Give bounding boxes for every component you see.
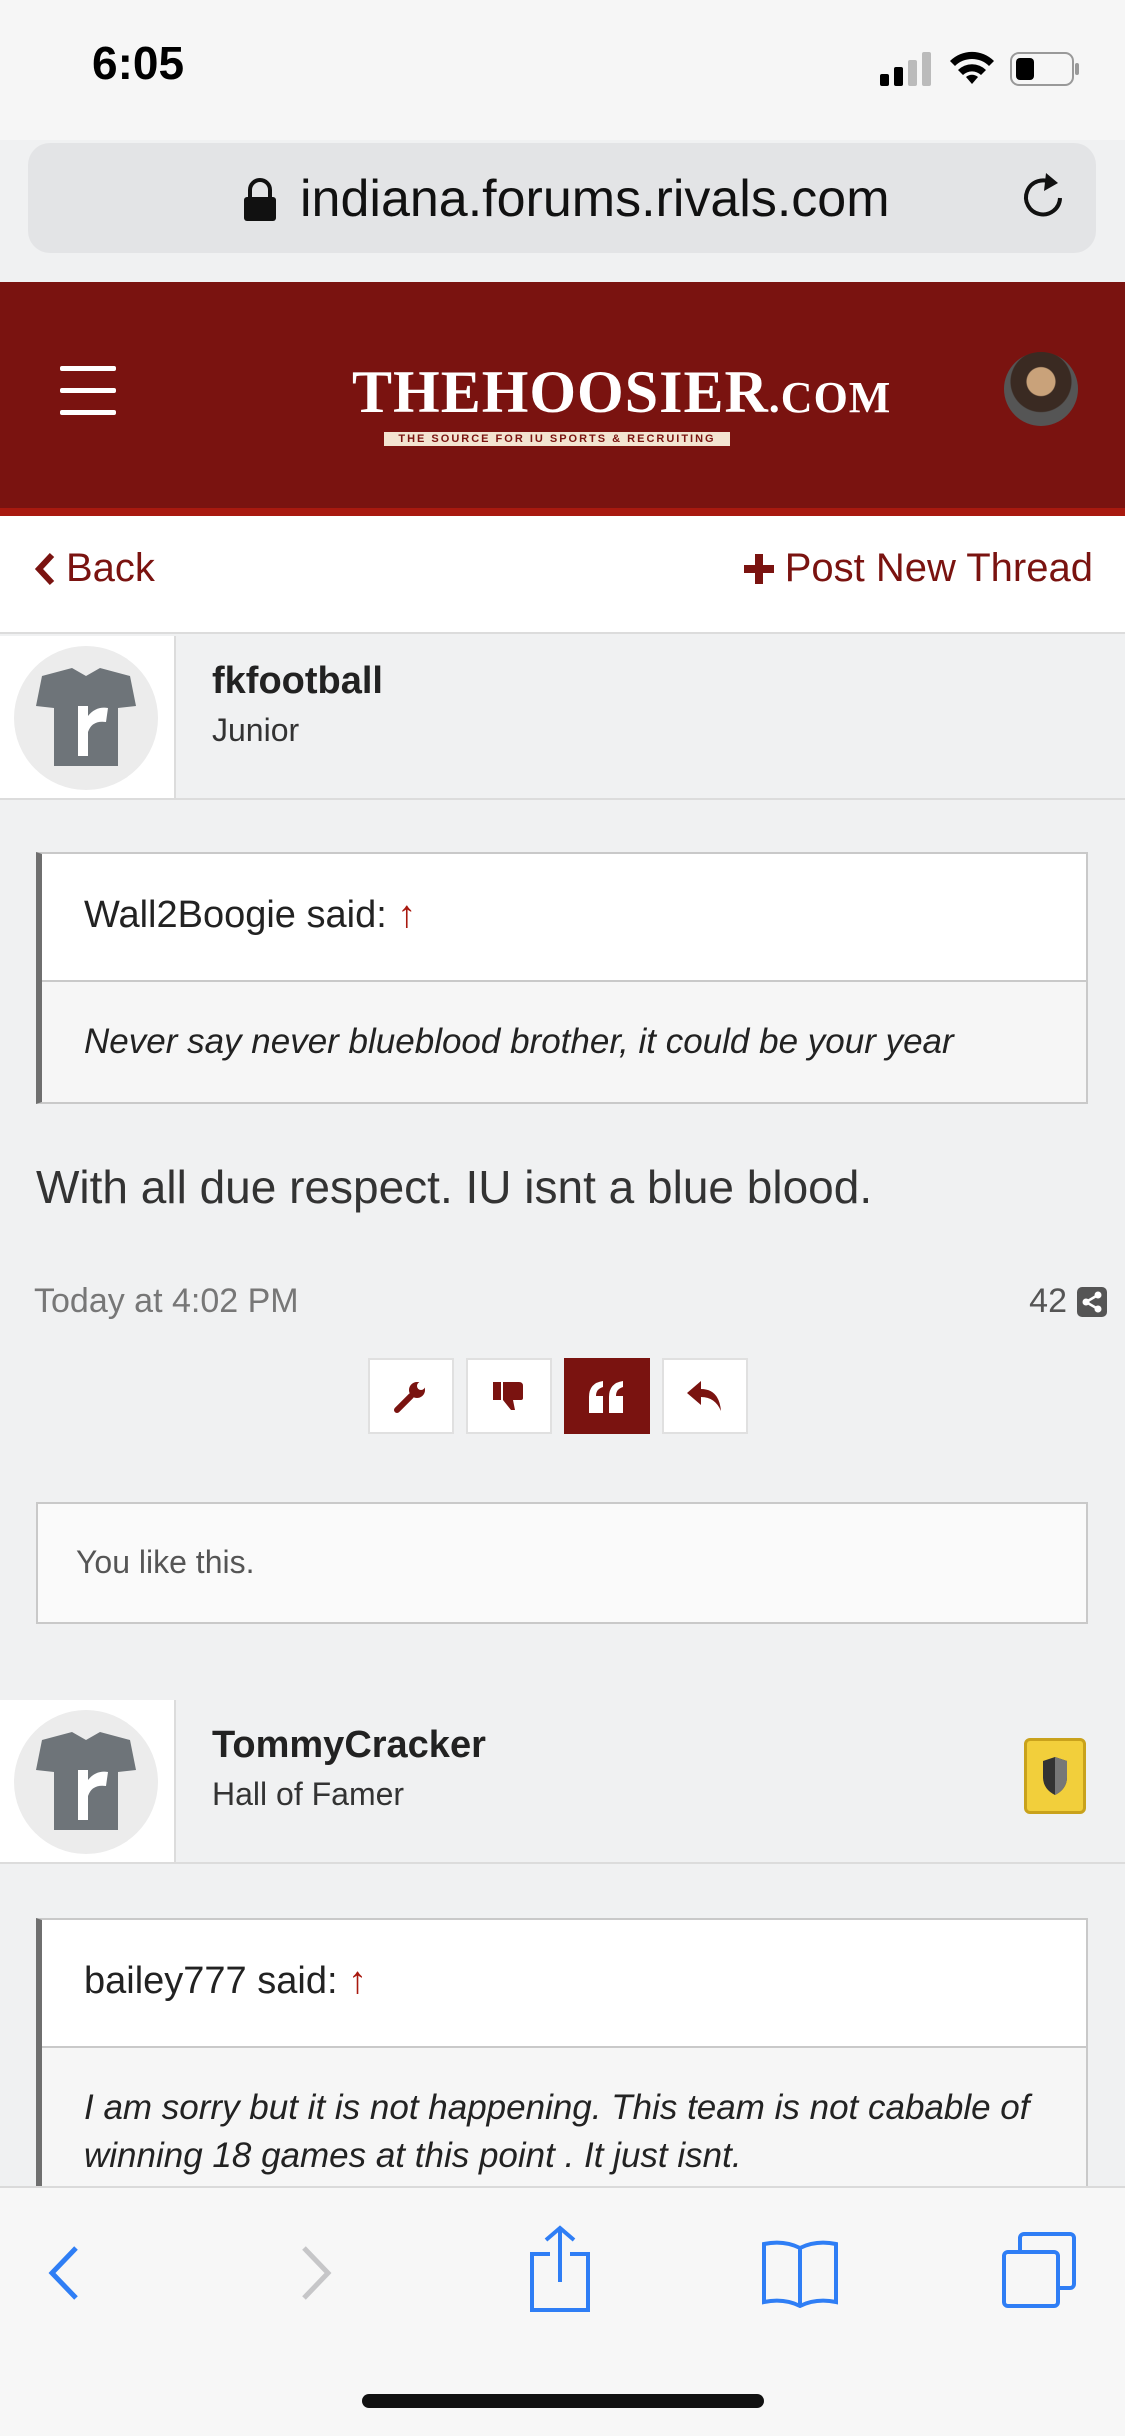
quote-icon <box>589 1381 623 1413</box>
shield-badge-icon[interactable] <box>1024 1738 1086 1814</box>
browser-forward-icon[interactable] <box>296 2238 336 2308</box>
quote-block: bailey777 said: ↑ I am sorry but it is n… <box>36 1918 1088 2218</box>
share-sheet-icon[interactable] <box>528 2224 592 2314</box>
user-avatar[interactable] <box>1004 352 1078 426</box>
tabs-icon[interactable] <box>1000 2230 1080 2310</box>
post-new-thread-button[interactable]: Post New Thread <box>743 546 1093 591</box>
cell-signal-icon <box>880 52 931 86</box>
quote-header: Wall2Boogie said: ↑ <box>42 854 1086 982</box>
status-time: 6:05 <box>92 37 185 89</box>
quote-block: Wall2Boogie said: ↑ Never say never blue… <box>36 852 1088 1104</box>
author-username[interactable]: TommyCracker <box>212 1724 486 1767</box>
url-text: indiana.forums.rivals.com <box>300 170 890 228</box>
address-bar[interactable]: indiana.forums.rivals.com <box>28 143 1096 253</box>
post-date[interactable]: Today at 4:02 PM <box>34 1282 299 1321</box>
wifi-icon <box>950 51 994 84</box>
author-avatar[interactable] <box>0 1700 176 1862</box>
share-icon <box>1077 1286 1107 1317</box>
jump-to-quote-icon[interactable]: ↑ <box>397 894 416 936</box>
back-button[interactable]: Back <box>34 546 155 591</box>
site-logo[interactable]: THEHOOSIER.COM THE SOURCE FOR IU SPORTS … <box>352 362 890 446</box>
wrench-icon <box>394 1382 425 1413</box>
quote-text: Never say never blueblood brother, it co… <box>42 982 1086 1102</box>
quote-author: bailey777 said: <box>84 1960 338 2002</box>
lock-icon <box>244 178 276 221</box>
dislike-button[interactable] <box>466 1358 552 1434</box>
logo-tagline: THE SOURCE FOR IU SPORTS & RECRUITING <box>384 432 730 446</box>
reply-icon <box>687 1381 721 1411</box>
back-chevron-icon <box>34 552 55 585</box>
post-message: With all due respect. IU isnt a blue blo… <box>36 1161 873 1213</box>
author-username[interactable]: fkfootball <box>212 660 383 703</box>
quote-header: bailey777 said: ↑ <box>42 1920 1086 2048</box>
thread-nav: Back Post New Thread <box>0 516 1125 634</box>
author-avatar[interactable] <box>0 636 176 798</box>
bookmarks-icon[interactable] <box>760 2238 840 2308</box>
reload-icon[interactable] <box>1016 171 1070 225</box>
status-bar: 6:05 <box>0 0 1125 140</box>
moderate-button[interactable] <box>368 1358 454 1434</box>
home-indicator <box>362 2394 764 2408</box>
site-header: THEHOOSIER.COM THE SOURCE FOR IU SPORTS … <box>0 282 1125 516</box>
post-share[interactable]: 42 <box>1029 1282 1107 1321</box>
battery-icon <box>1010 52 1079 86</box>
post-actions <box>368 1358 748 1438</box>
like-summary: You like this. <box>36 1502 1088 1624</box>
author-rank: Junior <box>212 712 300 748</box>
post-author: TommyCracker Hall of Famer <box>0 1700 1125 1864</box>
thumbs-down-icon <box>493 1382 523 1410</box>
new-thread-label: Post New Thread <box>784 546 1093 590</box>
jump-to-quote-icon[interactable]: ↑ <box>348 1960 367 2002</box>
browser-back-icon[interactable] <box>44 2238 84 2308</box>
quote-author: Wall2Boogie said: <box>84 894 387 936</box>
reply-button[interactable] <box>662 1358 748 1434</box>
author-rank: Hall of Famer <box>212 1776 405 1812</box>
post-number: 42 <box>1029 1282 1067 1320</box>
rivals-shirt-icon <box>36 1732 136 1830</box>
quote-button[interactable] <box>564 1358 650 1434</box>
back-label: Back <box>66 546 155 590</box>
post-author: fkfootball Junior <box>0 636 1125 800</box>
hamburger-icon[interactable] <box>60 366 118 416</box>
rivals-shirt-icon <box>36 668 136 766</box>
plus-icon <box>743 553 774 584</box>
